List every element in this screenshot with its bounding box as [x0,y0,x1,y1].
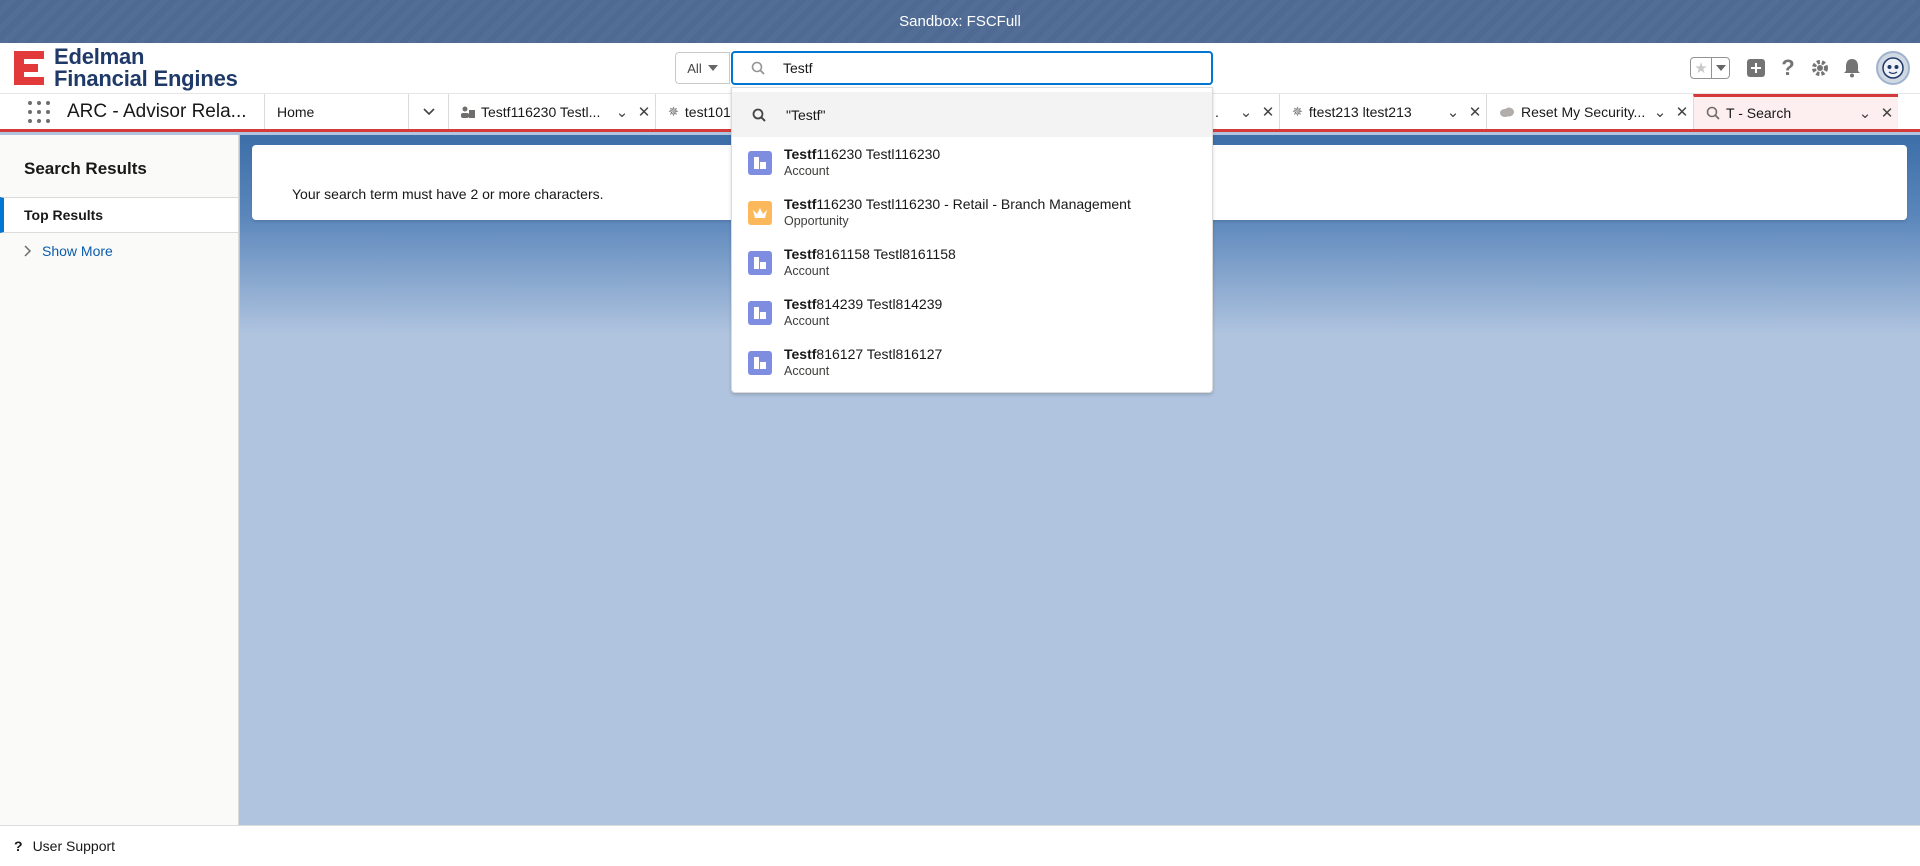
tab-test101[interactable]: ✵ test101 [655,94,731,129]
global-search-box[interactable] [731,51,1213,85]
header-actions: ★ ? [1690,43,1920,93]
search-icon [1706,106,1720,120]
chevron-down-icon[interactable]: ⌄ [1854,104,1876,122]
search-result-item[interactable]: Testf8161158 Testl8161158 Account [732,238,1212,288]
account-icon [748,351,772,375]
search-icon [733,61,783,75]
tab-label: ftest213 ltest213 [1308,103,1412,120]
cloud-icon [1499,107,1515,117]
account-icon [748,251,772,275]
top-results-label: Top Results [24,207,104,223]
close-icon[interactable]: ✕ [633,103,655,121]
top-results-item[interactable]: Top Results [0,197,238,233]
result-type: Account [784,364,830,378]
search-error-message: Your search term must have 2 or more cha… [292,186,604,202]
sandbox-banner: Sandbox: FSCFull [0,0,1920,43]
app-name: ARC - Advisor Rela... [67,101,247,122]
tab-label: T - Search [1726,105,1792,121]
user-support-link[interactable]: User Support [33,838,115,854]
favorites-group: ★ [1690,57,1730,79]
close-icon[interactable]: ✕ [1876,104,1898,122]
tab-label: . [1215,103,1219,120]
tab-label: Testf116230 Testl... [481,103,601,120]
chevron-down-icon [707,65,718,71]
close-icon[interactable]: ✕ [1671,103,1693,121]
search-result-item[interactable]: Testf814239 Testl814239 Account [732,288,1212,338]
search-result-item[interactable]: Testf816127 Testl816127 Account [732,338,1212,388]
logo-mark-icon [14,49,46,87]
close-icon[interactable]: ✕ [1257,103,1279,121]
result-type: Account [784,164,830,178]
chevron-right-icon [24,245,32,257]
question-icon: ? [1781,55,1795,80]
chevron-down-icon[interactable]: ⌄ [1442,103,1464,121]
help-button[interactable]: ? [1772,52,1804,84]
plus-icon [1747,59,1765,77]
person-account-icon [461,106,475,118]
search-icon [732,108,786,122]
result-type: Opportunity [784,214,849,228]
star-icon: ✵ [668,103,679,119]
chevron-down-icon [1715,65,1726,71]
result-title: Testf8161158 Testl8161158 [784,246,956,262]
search-results-sidebar: Search Results Top Results Show More [0,135,239,825]
star-icon: ✵ [1292,103,1303,119]
suggestion-query-text: "Testf" [786,106,826,123]
utility-bar: ? User Support [0,825,1920,866]
tab-hidden[interactable]: . ⌄ ✕ [1213,94,1279,129]
gear-icon [1812,60,1828,76]
search-scope-label: All [687,60,702,76]
tab-home[interactable]: Home [264,94,408,129]
bell-icon [1844,59,1860,78]
app-launcher-icon[interactable] [28,101,50,123]
tab-label: test101 [684,103,731,120]
close-icon[interactable]: ✕ [1464,103,1486,121]
notifications-button[interactable] [1836,52,1868,84]
result-title: Testf816127 Testl816127 [784,346,943,362]
global-search-input[interactable] [783,60,1183,76]
question-icon: ? [14,838,23,854]
search-suggestions-dropdown: "Testf" Testf116230 Testl116230 Account … [731,87,1213,393]
search-result-item[interactable]: Testf116230 Testl116230 Account [732,138,1212,188]
tab-person-account[interactable]: Testf116230 Testl... ⌄ ✕ [448,94,655,129]
company-logo[interactable]: Edelman Financial Engines [14,44,238,91]
search-suggestion-query[interactable]: "Testf" [732,92,1212,137]
tab-label: Reset My Security... [1521,103,1646,120]
opportunity-icon [748,201,772,225]
tab-reset-security[interactable]: Reset My Security... ⌄ ✕ [1486,94,1693,129]
chevron-down-icon[interactable]: ⌄ [611,103,633,121]
favorites-menu-button[interactable] [1712,58,1729,78]
tab-ftest213[interactable]: ✵ ftest213 ltest213 ⌄ ✕ [1279,94,1486,129]
nav-menu-button[interactable] [408,94,448,129]
setup-button[interactable] [1804,52,1836,84]
result-type: Account [784,314,830,328]
favorite-star-icon[interactable]: ★ [1691,58,1712,78]
account-icon [748,151,772,175]
result-type: Account [784,264,830,278]
result-title: Testf116230 Testl116230 - Retail - Branc… [784,196,1131,212]
user-avatar[interactable] [1876,51,1910,85]
sandbox-label: Sandbox: FSCFull [899,13,1021,30]
global-header: Edelman Financial Engines All ★ ? [0,43,1920,93]
search-results-title: Search Results [24,159,147,178]
chevron-down-icon[interactable]: ⌄ [1235,103,1257,121]
search-scope-select[interactable]: All [675,52,730,84]
result-title: Testf814239 Testl814239 [784,296,943,312]
show-more-label: Show More [42,243,113,259]
result-title: Testf116230 Testl116230 [784,146,941,162]
logo-line-2: Financial Engines [54,66,238,91]
chevron-down-icon [422,107,435,115]
global-actions-button[interactable] [1740,52,1772,84]
chevron-down-icon[interactable]: ⌄ [1649,103,1671,121]
tab-search-active[interactable]: T - Search ⌄ ✕ [1693,94,1898,129]
tab-label: Home [277,103,315,120]
show-more-button[interactable]: Show More [24,243,113,259]
account-icon [748,301,772,325]
astro-avatar-icon [1882,57,1904,79]
search-result-item[interactable]: Testf116230 Testl116230 - Retail - Branc… [732,188,1212,238]
logo-line-1: Edelman [54,44,145,69]
